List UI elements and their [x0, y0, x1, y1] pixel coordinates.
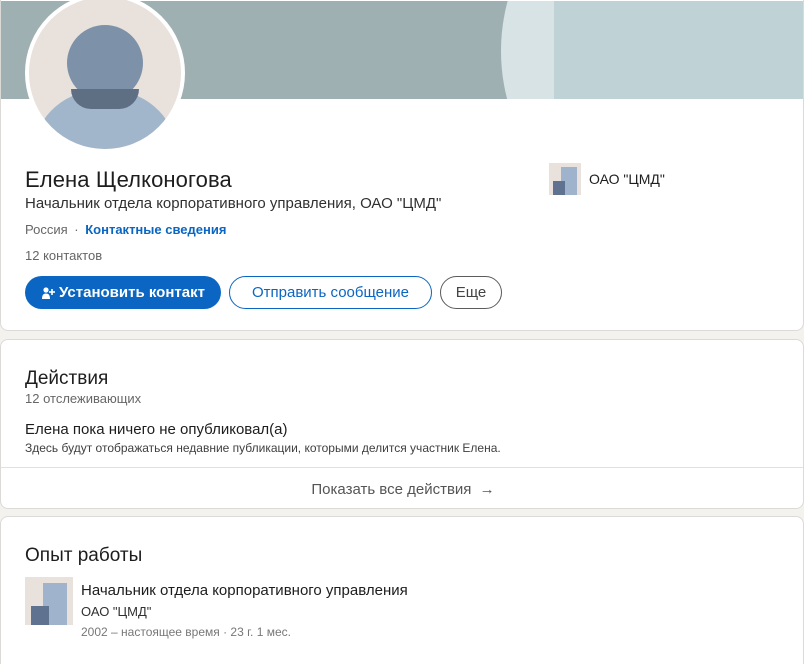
show-all-activity-label: Показать все действия: [311, 481, 472, 498]
connections-count[interactable]: 12 контактов: [25, 248, 102, 263]
company-logo: [549, 163, 581, 195]
show-all-activity-link[interactable]: Показать все действия →: [1, 481, 803, 498]
message-button-label: Отправить сообщение: [251, 284, 409, 301]
no-posts-title: Елена пока ничего не опубликовал(а): [25, 421, 288, 438]
experience-dates: 2002 – настоящее время · 23 г. 1 мес.: [81, 625, 291, 639]
contact-info-link[interactable]: Контактные сведения: [85, 222, 226, 237]
experience-company-logo[interactable]: [25, 577, 73, 625]
connect-button[interactable]: Установить контакт: [25, 276, 221, 309]
connect-button-label: Установить контакт: [59, 284, 205, 301]
profile-name: Елена Щелконогова: [25, 167, 232, 192]
current-company-name: ОАО "ЦМД": [589, 171, 665, 187]
experience-card: Опыт работы Начальник отдела корпоративн…: [0, 516, 804, 664]
experience-position: Начальник отдела корпоративного управлен…: [81, 582, 408, 599]
no-posts-description: Здесь будут отображаться недавние публик…: [25, 441, 501, 455]
more-button-label: Еще: [455, 284, 487, 301]
person-add-icon: [41, 286, 56, 300]
current-company[interactable]: ОАО "ЦМД": [549, 163, 665, 195]
location-row: Россия · Контактные сведения: [25, 222, 226, 237]
more-button[interactable]: Еще: [440, 276, 502, 309]
location: Россия: [25, 222, 68, 237]
followers-count: 12 отслеживающих: [25, 391, 142, 406]
arrow-right-icon: →: [479, 481, 495, 498]
profile-card: Елена Щелконогова Начальник отдела корпо…: [0, 0, 804, 331]
experience-company: ОАО "ЦМД": [81, 604, 152, 619]
message-button[interactable]: Отправить сообщение: [229, 276, 432, 309]
activity-card: Действия 12 отслеживающих Елена пока нич…: [0, 339, 804, 509]
experience-title: Опыт работы: [25, 545, 143, 566]
divider: [1, 467, 803, 468]
profile-headline: Начальник отдела корпоративного управлен…: [25, 195, 442, 212]
avatar[interactable]: [25, 0, 185, 153]
activity-title: Действия: [25, 368, 109, 389]
separator: ·: [74, 222, 79, 237]
